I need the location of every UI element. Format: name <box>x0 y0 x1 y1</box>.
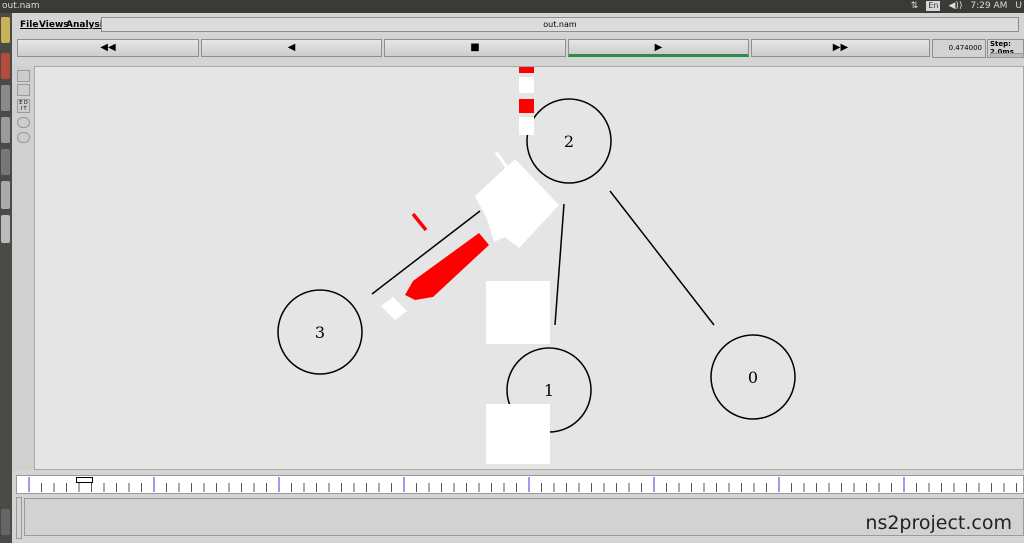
node-0-label: 0 <box>748 368 758 387</box>
timeline-bar[interactable] <box>16 475 1024 494</box>
user-menu[interactable]: U <box>1015 1 1022 11</box>
timeline-position-marker[interactable] <box>76 477 93 483</box>
volume-icon[interactable]: ◀)) <box>948 1 962 11</box>
edit-button[interactable]: E D I T <box>17 99 30 113</box>
launcher-app-icon[interactable] <box>1 53 10 79</box>
watermark: ns2project.com <box>865 512 1012 534</box>
launcher-app-icon[interactable] <box>1 17 10 43</box>
menu-file[interactable]: File <box>20 20 38 30</box>
step-control[interactable]: Step: 2.0ms <box>987 39 1024 58</box>
network-icon[interactable]: ⇅ <box>911 1 919 11</box>
network-topology: 2 3 1 0 <box>277 67 796 464</box>
panel-grip[interactable] <box>16 497 22 539</box>
keyboard-layout-indicator[interactable]: En <box>926 1 941 11</box>
clock[interactable]: 7:29 AM <box>970 1 1007 11</box>
launcher-sidebar <box>0 13 12 543</box>
radio-option-icon[interactable] <box>17 117 30 128</box>
timeline-ticks <box>28 477 1017 492</box>
step-slider[interactable] <box>990 53 1024 58</box>
packet-white <box>519 117 534 135</box>
rewind-button[interactable]: ◀◀ <box>17 39 199 57</box>
launcher-app-icon[interactable] <box>1 117 10 143</box>
packet-white-block <box>486 404 550 464</box>
launcher-app-icon[interactable] <box>1 85 10 111</box>
zoom-in-icon[interactable] <box>17 70 30 82</box>
menu-views[interactable]: Views <box>39 20 69 30</box>
link-2-1 <box>554 203 565 326</box>
node-3-label: 3 <box>315 323 325 342</box>
fast-forward-button[interactable]: ▶▶ <box>751 39 930 57</box>
trash-icon[interactable] <box>1 509 10 535</box>
zoom-out-icon[interactable] <box>17 84 30 96</box>
launcher-app-icon[interactable] <box>1 149 10 175</box>
node-1-label: 1 <box>544 381 554 400</box>
packet-white-block <box>486 281 550 344</box>
packet-white <box>381 297 407 320</box>
packet-red-dash <box>411 212 428 232</box>
tool-panel: E D I T <box>12 66 34 470</box>
packet-white <box>519 77 534 93</box>
step-back-button[interactable]: ◀ <box>201 39 382 57</box>
node-2-label: 2 <box>564 132 574 151</box>
packet-red-arrow <box>405 233 489 300</box>
packet-red <box>519 67 534 73</box>
packet-white-burst <box>475 159 559 248</box>
radio-option-icon[interactable] <box>17 132 30 143</box>
system-tray: ⇅ En ◀)) 7:29 AM U <box>911 1 1022 11</box>
network-canvas[interactable]: 2 3 1 0 <box>34 66 1024 470</box>
link-2-0 <box>609 190 715 326</box>
time-display: 0.474000 <box>932 39 986 58</box>
system-top-bar: out.nam ⇅ En ◀)) 7:29 AM U <box>0 0 1024 13</box>
nam-window: File Views Analysis out.nam ◀◀ ◀ ■ ▶ ▶▶ … <box>12 13 1024 543</box>
app-title: out.nam <box>2 1 40 11</box>
window-title-field: out.nam <box>101 17 1019 32</box>
launcher-app-icon[interactable] <box>1 181 10 209</box>
packet-red <box>519 99 534 113</box>
stop-button[interactable]: ■ <box>384 39 566 57</box>
play-button[interactable]: ▶ <box>568 39 749 57</box>
launcher-app-icon[interactable] <box>1 215 10 243</box>
packet-white-line <box>494 151 510 170</box>
menu-bar: File Views Analysis out.nam <box>12 15 1024 35</box>
